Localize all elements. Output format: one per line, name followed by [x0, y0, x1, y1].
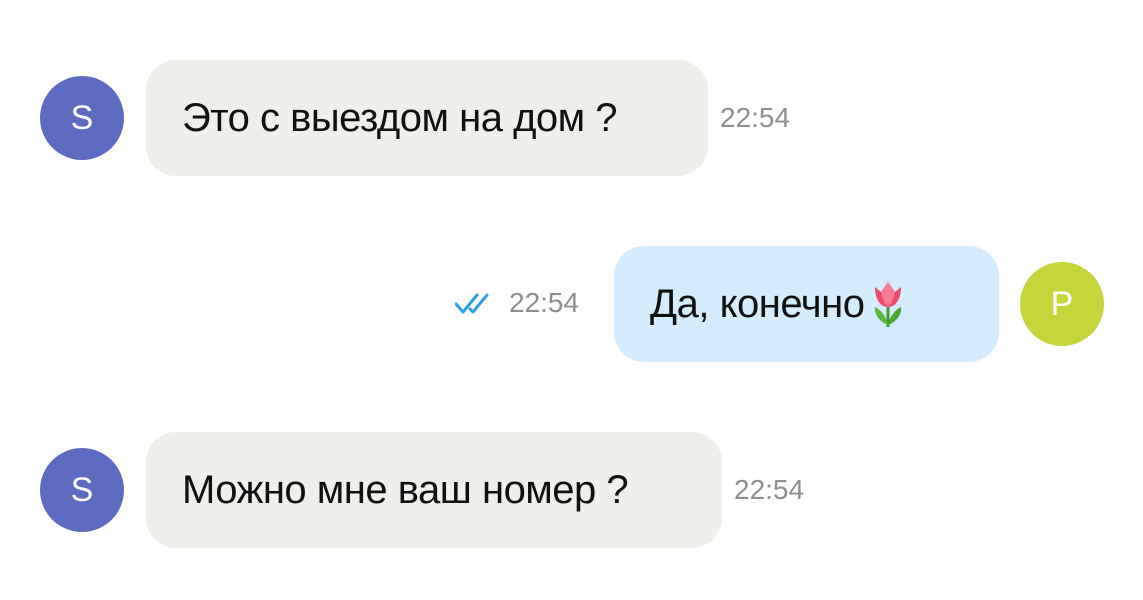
sender-avatar-p[interactable]: P [1020, 262, 1104, 346]
message-text: Это с выездом на дом ? [182, 95, 618, 140]
double-check-read-icon [455, 293, 489, 314]
incoming-message-bubble[interactable]: Можно мне ваш номер ? [146, 432, 722, 548]
outgoing-message-bubble[interactable]: Да, конечно [614, 246, 999, 362]
message-timestamp: 22:54 [509, 287, 580, 318]
message-timestamp: 22:54 [720, 102, 791, 133]
sender-avatar-s[interactable]: S [40, 448, 124, 532]
tulip-icon [875, 282, 902, 327]
message-text: Можно мне ваш номер ? [182, 467, 629, 512]
sender-avatar-s[interactable]: S [40, 76, 124, 160]
incoming-message-bubble[interactable]: Это с выездом на дом ? [146, 60, 708, 176]
message-text: Да, конечно [650, 281, 865, 326]
message-timestamp: 22:54 [734, 474, 805, 505]
